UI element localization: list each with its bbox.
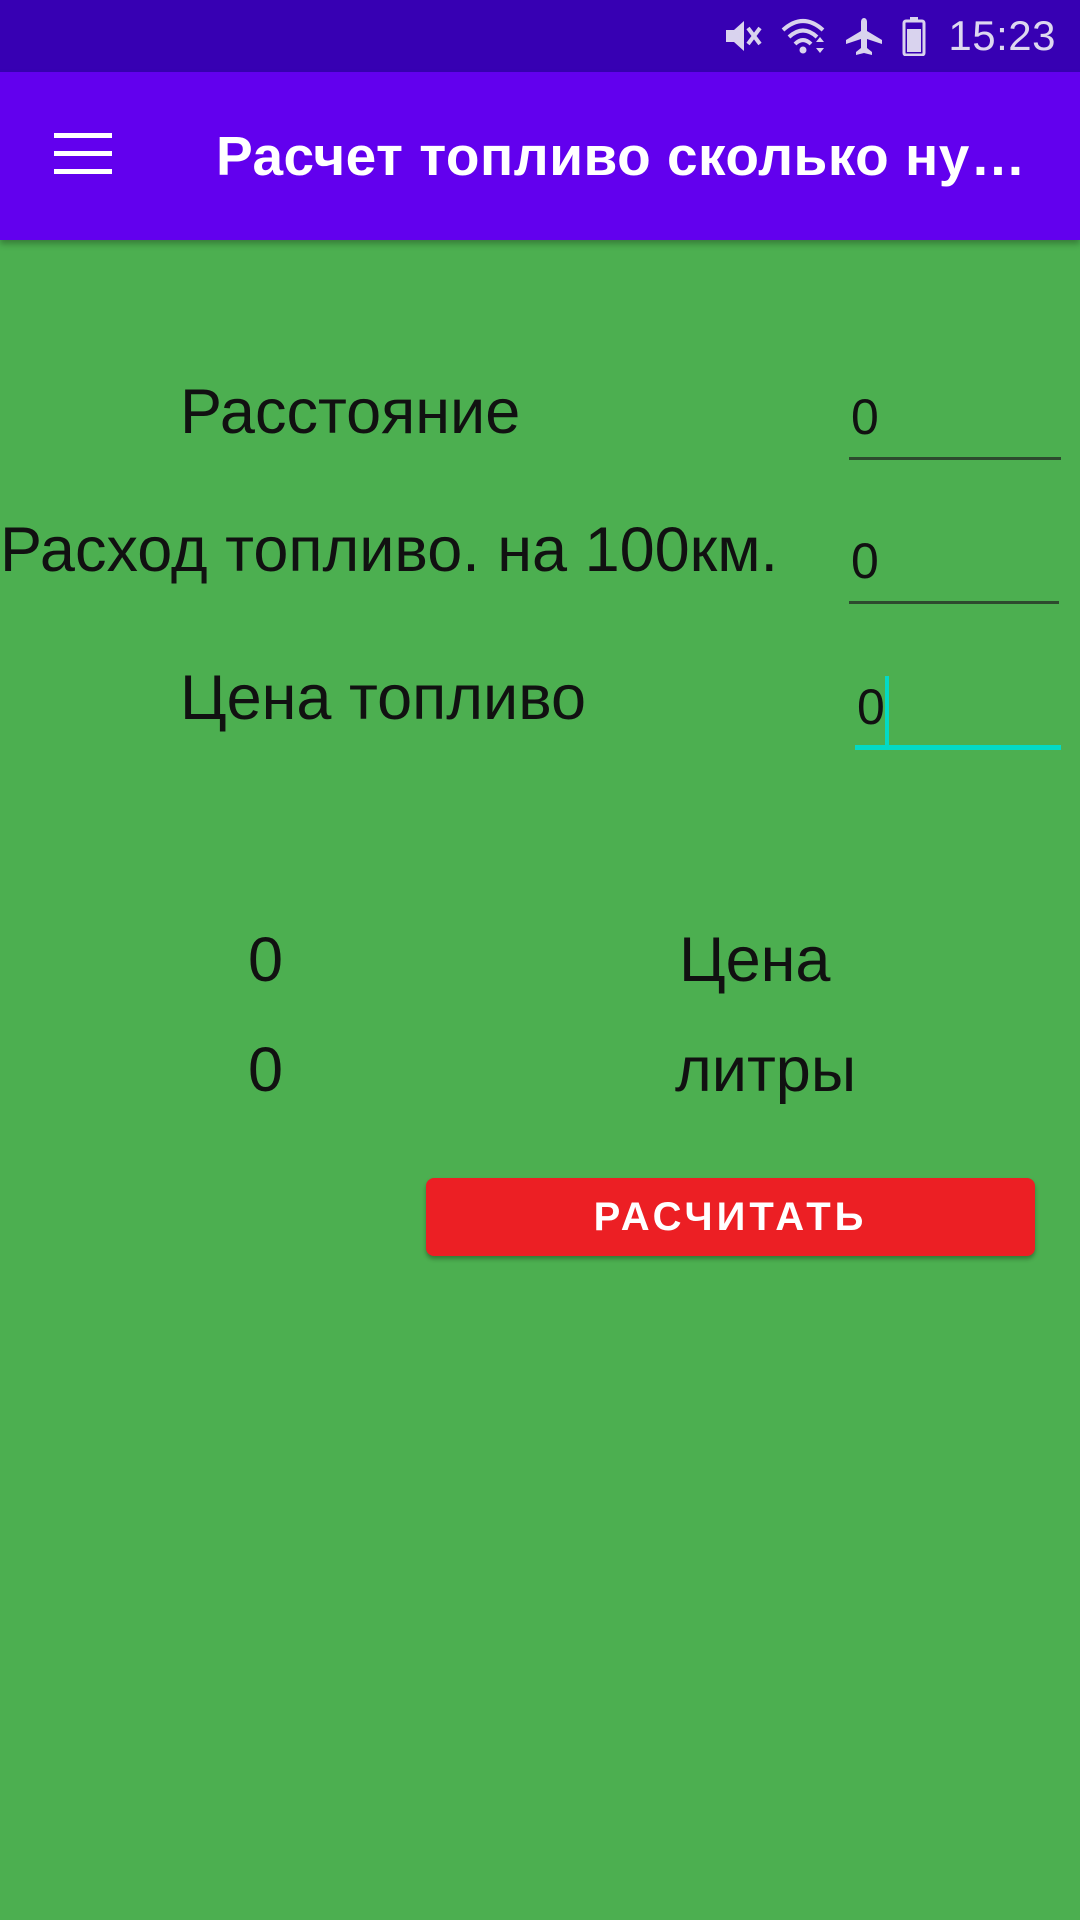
distance-label: Расстояние	[180, 377, 521, 447]
distance-input-value: 0	[851, 389, 879, 445]
status-icons: 15:23	[722, 0, 1056, 72]
result-liters-label: литры	[675, 1035, 857, 1105]
consumption-input-underline	[849, 601, 1059, 604]
fuel-price-input[interactable]: 0	[855, 670, 1061, 750]
consumption-input[interactable]: 0	[849, 524, 1059, 604]
result-liters-value: 0	[248, 1035, 284, 1105]
fuel-price-label: Цена топливо	[180, 663, 587, 733]
calculate-button[interactable]: РАСЧИТАТЬ	[426, 1178, 1035, 1256]
status-bar: 15:23	[0, 0, 1080, 72]
distance-input-underline	[849, 457, 1061, 460]
mute-icon	[722, 16, 762, 56]
battery-icon	[902, 16, 926, 56]
hamburger-menu-icon	[54, 132, 112, 180]
wifi-icon	[780, 16, 826, 56]
fuel-price-input-value: 0	[857, 679, 885, 735]
status-time: 15:23	[948, 12, 1056, 59]
consumption-label: Расход топливо. на 100км.	[0, 515, 779, 585]
app-bar: Расчет топливо сколько нужно	[0, 72, 1080, 240]
distance-input[interactable]: 0	[849, 380, 1061, 460]
fuel-price-input-underline	[855, 745, 1061, 750]
result-price-label: Цена	[679, 925, 831, 995]
airplane-mode-icon	[844, 16, 884, 56]
app-title: Расчет топливо сколько нужно	[216, 125, 1048, 187]
menu-button[interactable]	[40, 116, 126, 196]
consumption-input-value: 0	[851, 533, 879, 589]
text-cursor	[885, 676, 889, 746]
result-price-value: 0	[248, 925, 284, 995]
